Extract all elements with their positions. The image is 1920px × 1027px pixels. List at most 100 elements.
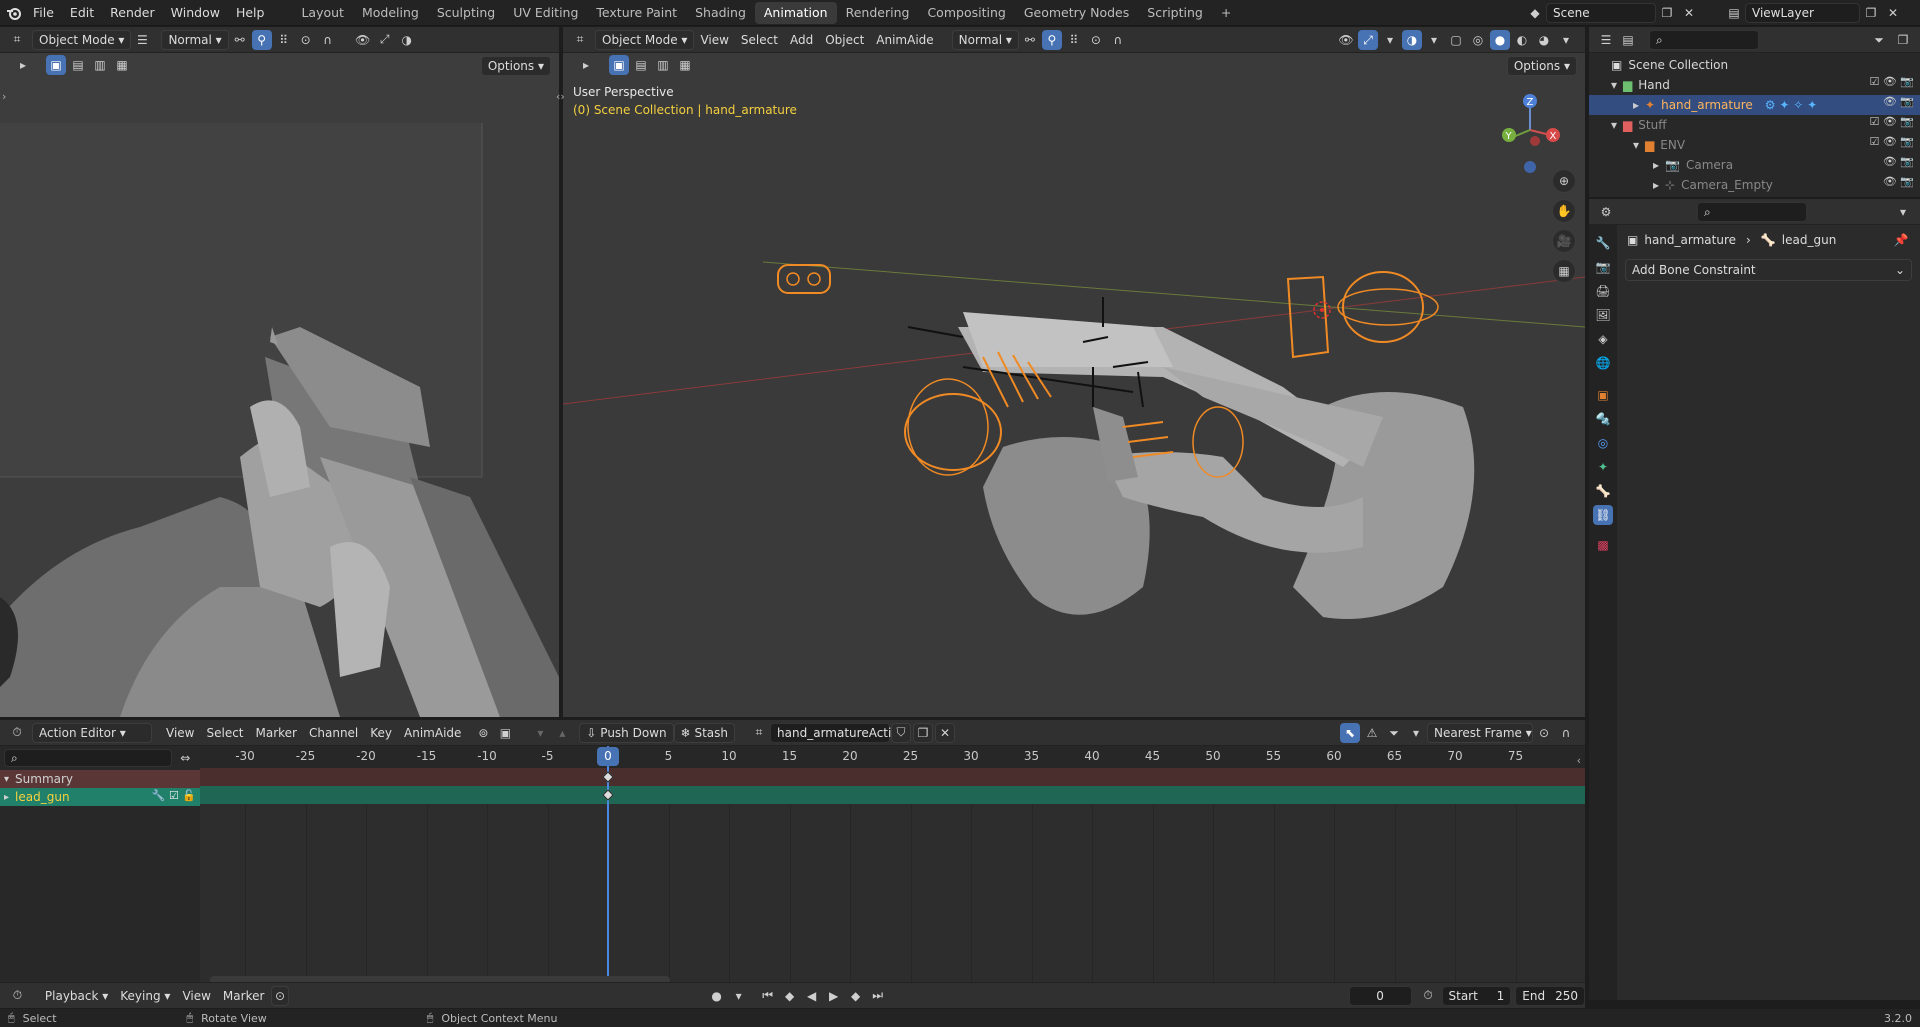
tool-tab-icon[interactable]: 🔧 [1593, 233, 1613, 253]
close-scene-icon[interactable]: ✕ [1679, 3, 1699, 23]
show-hidden-icon[interactable]: ▣ [495, 723, 515, 743]
tab-compositing[interactable]: Compositing [918, 2, 1014, 24]
action-menu-select[interactable]: Select [200, 723, 249, 743]
left-expand-arrow-icon[interactable]: › [2, 90, 6, 103]
tab-sculpting[interactable]: Sculpting [428, 2, 504, 24]
channel-search-input[interactable]: ⌕ [4, 749, 172, 767]
swap-icon[interactable]: ⇔ [176, 748, 195, 768]
row-visibility-toggles[interactable]: ☑ 👁 📷 [1858, 75, 1914, 95]
filter-icon[interactable]: ⏷ [1869, 30, 1889, 50]
scene-icon[interactable]: ◆ [1525, 3, 1545, 23]
properties-editor-icon[interactable]: ⚙ [1596, 202, 1616, 222]
unlink-action-icon[interactable]: ✕ [935, 722, 956, 743]
action-menu-animaide[interactable]: AnimAide [398, 723, 467, 743]
row-visibility-toggles[interactable]: 👁 📷 [1858, 155, 1914, 175]
dopesheet-region[interactable]: -30 -25 -20 -15 -10 -5 5 10 15 20 25 30 35 40 45 50 55 60… [200, 746, 1585, 992]
row-visibility-toggles[interactable]: 👁 📷 [1858, 175, 1914, 195]
record-icon[interactable]: ● [707, 986, 727, 1006]
texture-tab-icon[interactable]: ▩ [1593, 535, 1613, 555]
snap-mode-dropdown[interactable]: Nearest Frame ▾ [1427, 723, 1533, 743]
timeline-menu-marker[interactable]: Marker [217, 986, 270, 1006]
next-layer-icon[interactable]: ▴ [552, 723, 572, 743]
pan-hand-icon[interactable]: ✋ [1552, 199, 1576, 223]
current-frame-indicator[interactable]: 0 [597, 747, 619, 766]
menu-window[interactable]: Window [163, 0, 228, 26]
stash-button[interactable]: ❄ Stash [673, 722, 736, 743]
action-mode-dropdown[interactable]: Action Editor ▾ [32, 722, 152, 743]
expand-icon[interactable]: ▾ [4, 774, 9, 785]
menu-help[interactable]: Help [228, 0, 273, 26]
main-viewport[interactable]: ⌗ Object Mode ▾ View Select Add Object A… [563, 27, 1585, 717]
jump-next-key-icon[interactable]: ◆ [846, 986, 866, 1006]
copy-layer-icon[interactable]: ❐ [1861, 3, 1881, 23]
filter-icon[interactable]: ⏷ [1384, 723, 1404, 743]
blender-logo-icon[interactable] [4, 3, 24, 23]
editor-type-icon[interactable]: ⏱ [7, 723, 27, 743]
jump-prev-key-icon[interactable]: ◆ [780, 986, 800, 1006]
preview-range-icon[interactable]: ⏱ [1420, 986, 1437, 1006]
end-frame-field[interactable]: End 250 [1515, 985, 1585, 1006]
action-name-field[interactable]: hand_armatureAction [770, 722, 906, 743]
action-menu-channel[interactable]: Channel [303, 723, 364, 743]
outliner-search-input[interactable]: ⌕ [1649, 29, 1759, 50]
group-toggles[interactable]: 🔧 ☑ 🔓 [152, 789, 196, 802]
close-layer-icon[interactable]: ✕ [1883, 3, 1903, 23]
tab-texture-paint[interactable]: Texture Paint [587, 2, 686, 24]
only-selected-icon[interactable]: ⬉ [1340, 723, 1360, 743]
row-visibility-toggles[interactable]: ☑ 👁 📷 [1858, 135, 1914, 155]
row-visibility-toggles[interactable]: ☑ 👁 📷 [1858, 115, 1914, 135]
tab-shading[interactable]: Shading [686, 2, 755, 24]
only-show-selected-icon[interactable]: ⊚ [473, 723, 493, 743]
bone-tab-icon[interactable]: 🦴 [1593, 481, 1613, 501]
area-split-arrow-icon[interactable]: ‹› [556, 90, 565, 103]
current-frame-field[interactable]: 0 [1348, 985, 1412, 1006]
channel-summary[interactable]: ▾ Summary [0, 770, 200, 788]
scene-tab-icon[interactable]: ◈ [1593, 329, 1613, 349]
tab-geometry-nodes[interactable]: Geometry Nodes [1015, 2, 1138, 24]
copy-scene-icon[interactable]: ❐ [1657, 3, 1677, 23]
physics-tab-icon[interactable]: ◎ [1593, 433, 1613, 453]
bone-constraint-tab-icon[interactable]: ⛓ [1593, 505, 1613, 525]
timeline-menu-view[interactable]: View [176, 986, 216, 1006]
action-menu-marker[interactable]: Marker [250, 723, 303, 743]
proportional-edit-icon[interactable]: ⊙ [1534, 723, 1554, 743]
object-tab-icon[interactable]: ▣ [1593, 385, 1613, 405]
auto-keying-icon[interactable]: ⊙ [271, 985, 289, 1006]
jump-start-icon[interactable]: ⏮ [758, 986, 778, 1006]
camera-view-icon[interactable]: 🎥 [1552, 229, 1576, 253]
falloff-icon[interactable]: ∩ [1556, 723, 1576, 743]
view-layer-tab-icon[interactable]: 🖼 [1593, 305, 1613, 325]
view-layer-icon[interactable]: ▤ [1724, 3, 1744, 23]
properties-options-icon[interactable]: ▾ [1893, 202, 1913, 222]
render-tab-icon[interactable]: 📷 [1593, 257, 1613, 277]
play-reverse-icon[interactable]: ◀ [802, 986, 822, 1006]
pin-icon[interactable]: 📌 [1891, 230, 1911, 250]
filter-dropdown-icon[interactable]: ▾ [1406, 723, 1426, 743]
add-bone-constraint-dropdown[interactable]: Add Bone Constraint ⌄ [1625, 259, 1912, 281]
grid-toggle-icon[interactable]: ▦ [1552, 259, 1576, 283]
action-menu-view[interactable]: View [160, 723, 200, 743]
menu-edit[interactable]: Edit [62, 0, 102, 26]
tab-modeling[interactable]: Modeling [353, 2, 428, 24]
world-tab-icon[interactable]: 🌐 [1593, 353, 1613, 373]
menu-file[interactable]: File [25, 0, 62, 26]
output-tab-icon[interactable]: 🖨 [1593, 281, 1613, 301]
expand-icon[interactable]: ▸ [4, 792, 9, 803]
outliner-editor-icon[interactable]: ☰ [1596, 30, 1616, 50]
object-data-tab-icon[interactable]: ✦ [1593, 457, 1613, 477]
region-toggle-arrow-icon[interactable]: ‹ [1577, 754, 1581, 767]
jump-end-icon[interactable]: ⏭ [868, 986, 888, 1006]
play-icon[interactable]: ▶ [824, 986, 844, 1006]
view-layer-field[interactable]: ViewLayer [1745, 3, 1860, 23]
properties-search-input[interactable]: ⌕ [1697, 201, 1807, 222]
tab-layout[interactable]: Layout [292, 2, 353, 24]
fake-user-icon[interactable]: ⛉ [891, 722, 912, 743]
push-down-button[interactable]: ⇩ Push Down [579, 722, 674, 743]
tab-rendering[interactable]: Rendering [837, 2, 919, 24]
row-visibility-toggles[interactable]: 👁 📷 [1858, 95, 1914, 115]
show-errors-icon[interactable]: ⚠ [1362, 723, 1382, 743]
menu-render[interactable]: Render [102, 0, 163, 26]
tab-animation[interactable]: Animation [754, 1, 837, 24]
start-frame-field[interactable]: Start 1 [1441, 985, 1512, 1006]
prev-layer-icon[interactable]: ▾ [530, 723, 550, 743]
